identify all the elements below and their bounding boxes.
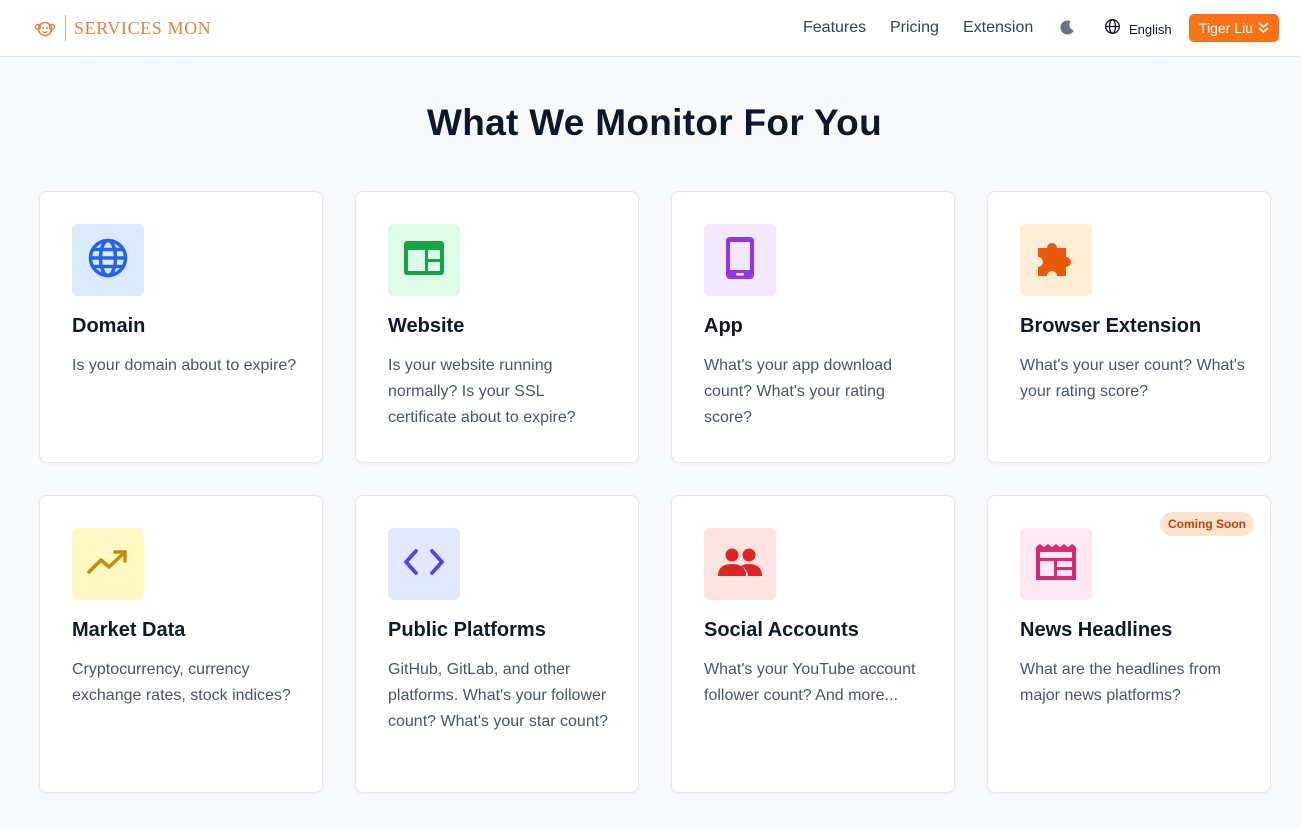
card-app[interactable]: App What's your app download count? What… xyxy=(671,191,955,463)
section-title: What We Monitor For You xyxy=(427,102,882,143)
card-website[interactable]: Website Is your website running normally… xyxy=(355,191,639,463)
icon-container xyxy=(704,528,776,600)
card-description: What are the headlines from major news p… xyxy=(1020,661,1221,704)
icon-container xyxy=(72,528,144,600)
icon-container xyxy=(1020,528,1092,600)
card-description: Cryptocurrency, currency exchange rates,… xyxy=(72,661,291,704)
language-selector[interactable]: English xyxy=(1104,18,1172,40)
coming-soon-badge: Coming Soon xyxy=(1160,512,1254,536)
card-social-accounts[interactable]: Social Accounts What's your YouTube acco… xyxy=(671,495,955,793)
website-icon xyxy=(403,240,445,281)
card-description: What's your user count? What's your rati… xyxy=(1020,357,1245,400)
card-title: Website xyxy=(388,315,465,337)
card-title: Browser Extension xyxy=(1020,315,1202,337)
nav-pricing-link[interactable]: Pricing xyxy=(890,18,939,38)
trending-up-icon xyxy=(86,547,130,582)
newspaper-icon xyxy=(1035,543,1077,586)
chevrons-down-icon xyxy=(1258,22,1269,34)
moon-icon[interactable] xyxy=(1058,19,1076,37)
card-title: Social Accounts xyxy=(704,619,859,641)
card-title: Public Platforms xyxy=(388,619,546,641)
phone-icon xyxy=(725,236,755,285)
card-browser-extension[interactable]: Browser Extension What's your user count… xyxy=(987,191,1271,463)
globe-icon xyxy=(87,237,129,284)
card-title: Domain xyxy=(72,315,146,337)
card-news-headlines[interactable]: Coming Soon News Headlines What are the … xyxy=(987,495,1271,793)
card-description: Is your domain about to expire? xyxy=(72,357,297,374)
card-description: Is your website running normally? Is you… xyxy=(388,357,576,426)
people-icon xyxy=(717,547,763,582)
card-title: Market Data xyxy=(72,619,186,641)
nav-features-link[interactable]: Features xyxy=(803,18,866,38)
top-header: SERVICES MON Features Pricing Extension … xyxy=(0,0,1301,57)
brand-logo[interactable]: SERVICES MON xyxy=(34,14,211,42)
icon-container xyxy=(388,528,460,600)
icon-container xyxy=(704,224,776,296)
code-icon xyxy=(403,547,445,582)
puzzle-icon xyxy=(1034,236,1078,285)
icon-container xyxy=(1020,224,1092,296)
card-market-data[interactable]: Market Data Cryptocurrency, currency exc… xyxy=(39,495,323,793)
card-title: App xyxy=(704,315,743,337)
icon-container xyxy=(388,224,460,296)
card-description: GitHub, GitLab, and other platforms. Wha… xyxy=(388,661,609,730)
logo-divider xyxy=(65,15,66,41)
user-menu-button[interactable]: Tiger Liu xyxy=(1189,14,1279,42)
card-title: News Headlines xyxy=(1020,619,1173,641)
icon-container xyxy=(72,224,144,296)
card-description: What's your app download count? What's y… xyxy=(704,357,893,426)
language-label: English xyxy=(1129,21,1172,37)
globe-icon xyxy=(1104,18,1121,40)
card-description: What's your YouTube account follower cou… xyxy=(704,661,916,704)
card-public-platforms[interactable]: Public Platforms GitHub, GitLab, and oth… xyxy=(355,495,639,793)
brand-name: SERVICES MON xyxy=(74,17,212,38)
user-name: Tiger Liu xyxy=(1199,20,1253,36)
monkey-logo-icon xyxy=(34,17,56,39)
card-domain[interactable]: Domain Is your domain about to expire? xyxy=(39,191,323,463)
nav-extension-link[interactable]: Extension xyxy=(963,18,1033,38)
